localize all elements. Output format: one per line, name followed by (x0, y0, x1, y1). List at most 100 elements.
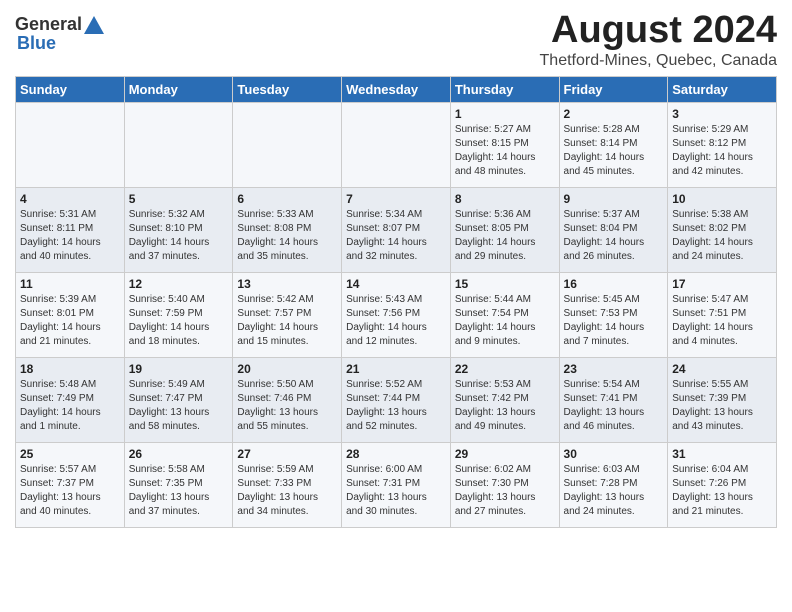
calendar-cell: 10Sunrise: 5:38 AMSunset: 8:02 PMDayligh… (668, 187, 777, 272)
calendar-cell: 8 Sunrise: 5:36 AMSunset: 8:05 PMDaylight… (450, 187, 559, 272)
calendar-cell: 23 Sunrise: 5:54 AMSunset: 7:41 PMDayligh… (559, 357, 668, 442)
day-number: 11 (20, 277, 120, 291)
calendar-cell: 1 Sunrise: 5:27 AMSunset: 8:15 PMDaylight… (450, 102, 559, 187)
day-info: Sunrise: 5:32 AMSunset: 8:10 PMDaylight:… (129, 208, 229, 264)
day-info: Sunrise: 6:02 AMSunset: 7:30 PMDaylight:… (455, 463, 555, 519)
day-info: Sunrise: 6:00 AMSunset: 7:31 PMDaylight:… (346, 463, 446, 519)
calendar-cell: 28 Sunrise: 6:00 AMSunset: 7:31 PMDayligh… (342, 442, 451, 527)
page-header: General Blue August 2024 Thetford-Mines,… (15, 10, 777, 70)
day-number: 25 (20, 447, 120, 461)
calendar-cell: 26 Sunrise: 5:58 AMSunset: 7:35 PMDayligh… (124, 442, 233, 527)
calendar-cell (16, 102, 125, 187)
calendar-cell: 13 Sunrise: 5:42 AMSunset: 7:57 PMDayligh… (233, 272, 342, 357)
day-info: Sunrise: 5:58 AMSunset: 7:35 PMDaylight:… (129, 463, 229, 519)
day-number: 1 (455, 107, 555, 121)
day-number: 3 (672, 107, 772, 121)
day-info: Sunrise: 5:42 AMSunset: 7:57 PMDaylight:… (237, 293, 337, 349)
day-number: 31 (672, 447, 772, 461)
calendar-week-row: 25 Sunrise: 5:57 AMSunset: 7:37 PMDayligh… (16, 442, 777, 527)
day-number: 2 (564, 107, 664, 121)
calendar-cell: 29 Sunrise: 6:02 AMSunset: 7:30 PMDayligh… (450, 442, 559, 527)
day-number: 21 (346, 362, 446, 376)
day-number: 28 (346, 447, 446, 461)
day-info: Sunrise: 5:47 AMSunset: 7:51 PMDaylight:… (672, 293, 772, 349)
day-info: Sunrise: 5:36 AMSunset: 8:05 PMDaylight:… (455, 208, 555, 264)
day-info: Sunrise: 5:29 AMSunset: 8:12 PMDaylight:… (672, 123, 772, 179)
day-number: 14 (346, 277, 446, 291)
calendar-cell: 9 Sunrise: 5:37 AMSunset: 8:04 PMDaylight… (559, 187, 668, 272)
day-number: 8 (455, 192, 555, 206)
page-subtitle: Thetford-Mines, Quebec, Canada (540, 52, 777, 70)
day-info: Sunrise: 6:04 AMSunset: 7:26 PMDaylight:… (672, 463, 772, 519)
calendar-cell: 6 Sunrise: 5:33 AMSunset: 8:08 PMDaylight… (233, 187, 342, 272)
day-info: Sunrise: 5:45 AMSunset: 7:53 PMDaylight:… (564, 293, 664, 349)
day-info: Sunrise: 5:27 AMSunset: 8:15 PMDaylight:… (455, 123, 555, 179)
calendar-cell: 27 Sunrise: 5:59 AMSunset: 7:33 PMDayligh… (233, 442, 342, 527)
calendar-day-header: Saturday (668, 76, 777, 102)
day-number: 13 (237, 277, 337, 291)
day-number: 6 (237, 192, 337, 206)
day-info: Sunrise: 5:33 AMSunset: 8:08 PMDaylight:… (237, 208, 337, 264)
calendar-cell: 16 Sunrise: 5:45 AMSunset: 7:53 PMDayligh… (559, 272, 668, 357)
calendar-cell: 7Sunrise: 5:34 AMSunset: 8:07 PMDaylight… (342, 187, 451, 272)
calendar-cell: 24 Sunrise: 5:55 AMSunset: 7:39 PMDayligh… (668, 357, 777, 442)
calendar-day-header: Sunday (16, 76, 125, 102)
day-info: Sunrise: 5:50 AMSunset: 7:46 PMDaylight:… (237, 378, 337, 434)
day-number: 27 (237, 447, 337, 461)
day-number: 19 (129, 362, 229, 376)
day-info: Sunrise: 5:44 AMSunset: 7:54 PMDaylight:… (455, 293, 555, 349)
day-info: Sunrise: 5:53 AMSunset: 7:42 PMDaylight:… (455, 378, 555, 434)
calendar-cell: 15 Sunrise: 5:44 AMSunset: 7:54 PMDayligh… (450, 272, 559, 357)
day-number: 15 (455, 277, 555, 291)
day-info: Sunrise: 5:43 AMSunset: 7:56 PMDaylight:… (346, 293, 446, 349)
calendar-cell: 18Sunrise: 5:48 AMSunset: 7:49 PMDayligh… (16, 357, 125, 442)
day-info: Sunrise: 5:55 AMSunset: 7:39 PMDaylight:… (672, 378, 772, 434)
day-info: Sunrise: 5:59 AMSunset: 7:33 PMDaylight:… (237, 463, 337, 519)
day-info: Sunrise: 5:57 AMSunset: 7:37 PMDaylight:… (20, 463, 120, 519)
calendar-day-header: Tuesday (233, 76, 342, 102)
day-info: Sunrise: 5:39 AMSunset: 8:01 PMDaylight:… (20, 293, 120, 349)
calendar-day-header: Friday (559, 76, 668, 102)
calendar-cell: 21 Sunrise: 5:52 AMSunset: 7:44 PMDayligh… (342, 357, 451, 442)
logo-general: General (15, 14, 82, 35)
logo-blue: Blue (17, 33, 56, 54)
day-number: 29 (455, 447, 555, 461)
logo: General Blue (15, 10, 104, 54)
calendar-day-header: Wednesday (342, 76, 451, 102)
calendar-day-header: Thursday (450, 76, 559, 102)
day-number: 5 (129, 192, 229, 206)
day-number: 12 (129, 277, 229, 291)
calendar-cell: 25 Sunrise: 5:57 AMSunset: 7:37 PMDayligh… (16, 442, 125, 527)
calendar-cell (233, 102, 342, 187)
day-number: 7 (346, 192, 446, 206)
calendar-cell: 11 Sunrise: 5:39 AMSunset: 8:01 PMDayligh… (16, 272, 125, 357)
calendar-cell: 12 Sunrise: 5:40 AMSunset: 7:59 PMDayligh… (124, 272, 233, 357)
calendar-cell: 2Sunrise: 5:28 AMSunset: 8:14 PMDaylight… (559, 102, 668, 187)
day-number: 17 (672, 277, 772, 291)
calendar-cell: 19Sunrise: 5:49 AMSunset: 7:47 PMDayligh… (124, 357, 233, 442)
day-info: Sunrise: 5:37 AMSunset: 8:04 PMDaylight:… (564, 208, 664, 264)
day-info: Sunrise: 5:48 AMSunset: 7:49 PMDaylight:… (20, 378, 120, 434)
calendar-cell: 17 Sunrise: 5:47 AMSunset: 7:51 PMDayligh… (668, 272, 777, 357)
day-info: Sunrise: 5:52 AMSunset: 7:44 PMDaylight:… (346, 378, 446, 434)
day-number: 30 (564, 447, 664, 461)
calendar-cell (342, 102, 451, 187)
day-info: Sunrise: 5:40 AMSunset: 7:59 PMDaylight:… (129, 293, 229, 349)
calendar-day-header: Monday (124, 76, 233, 102)
calendar-cell: 4 Sunrise: 5:31 AMSunset: 8:11 PMDaylight… (16, 187, 125, 272)
calendar-week-row: 1 Sunrise: 5:27 AMSunset: 8:15 PMDaylight… (16, 102, 777, 187)
calendar-week-row: 11 Sunrise: 5:39 AMSunset: 8:01 PMDayligh… (16, 272, 777, 357)
day-number: 20 (237, 362, 337, 376)
day-info: Sunrise: 6:03 AMSunset: 7:28 PMDaylight:… (564, 463, 664, 519)
day-number: 16 (564, 277, 664, 291)
calendar-cell: 5 Sunrise: 5:32 AMSunset: 8:10 PMDaylight… (124, 187, 233, 272)
day-info: Sunrise: 5:54 AMSunset: 7:41 PMDaylight:… (564, 378, 664, 434)
day-number: 24 (672, 362, 772, 376)
day-number: 26 (129, 447, 229, 461)
calendar-cell (124, 102, 233, 187)
day-number: 9 (564, 192, 664, 206)
day-info: Sunrise: 5:31 AMSunset: 8:11 PMDaylight:… (20, 208, 120, 264)
title-block: August 2024 Thetford-Mines, Quebec, Cana… (540, 10, 777, 70)
day-number: 4 (20, 192, 120, 206)
day-number: 23 (564, 362, 664, 376)
